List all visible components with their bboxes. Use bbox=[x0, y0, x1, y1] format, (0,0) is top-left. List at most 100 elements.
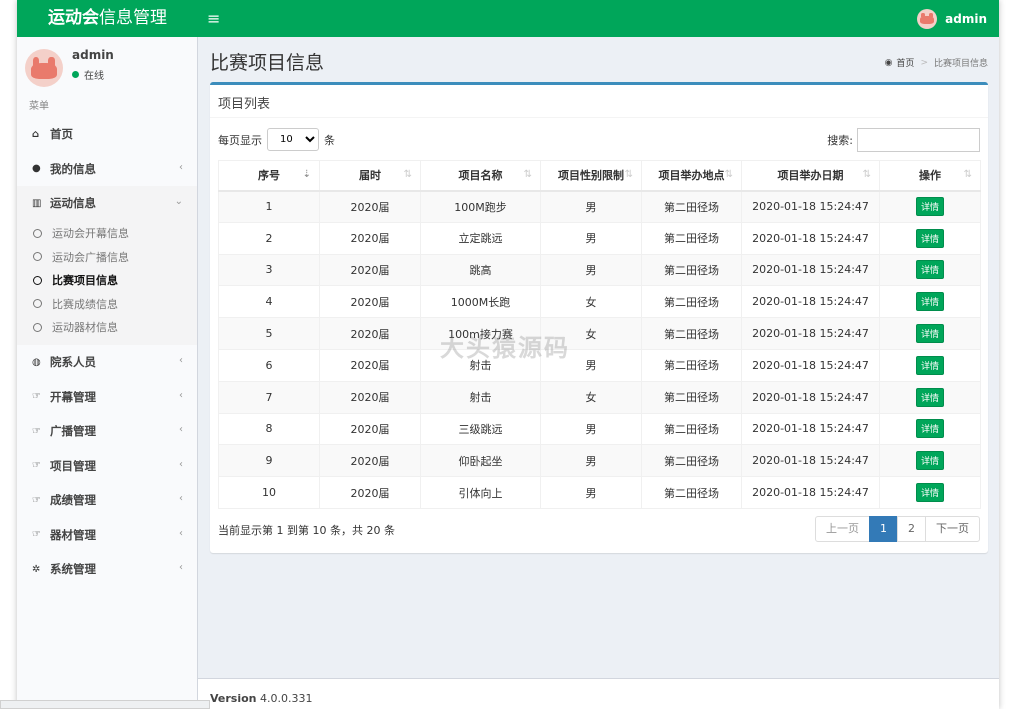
column-header-session[interactable]: 届时 ⇅ bbox=[319, 160, 421, 192]
cell-gender: 女 bbox=[540, 317, 642, 350]
cell-location: 第二田径场 bbox=[641, 221, 742, 255]
submenu-item-results[interactable]: 比赛成绩信息 bbox=[17, 292, 197, 316]
project-table: 序号 ⇣ 届时 ⇅ 项目名称 ⇅ 项目性别限制 ⇅ 项目举办地点 ⇅ 项目举办日期 ⇅ 操作… bbox=[218, 160, 981, 509]
chevron-left-icon: ‹ bbox=[179, 389, 183, 401]
cell-index: 8 bbox=[218, 412, 320, 446]
chevron-left-icon: ‹ bbox=[179, 527, 183, 539]
pagination-next-button[interactable]: 下一页 bbox=[925, 516, 980, 542]
cell-actions: 详情 bbox=[879, 317, 981, 350]
sidebar-item-event-management[interactable]: ☞ 项目管理 ‹ bbox=[17, 449, 197, 484]
thumbs-up-icon: ☞ bbox=[32, 494, 41, 506]
detail-button[interactable]: 详情 bbox=[915, 197, 944, 217]
dashboard-icon: ◉ bbox=[884, 57, 893, 68]
cell-project-name: 三级跳远 bbox=[420, 412, 541, 446]
detail-button[interactable]: 详情 bbox=[915, 292, 944, 312]
sidebar-item-label: 器材管理 bbox=[50, 527, 96, 542]
cell-index: 5 bbox=[218, 317, 320, 350]
column-header-index[interactable]: 序号 ⇣ bbox=[218, 160, 320, 192]
sidebar-item-sports-info[interactable]: ▥ 运动信息 ⌄ bbox=[17, 186, 197, 221]
submenu-item-equipment[interactable]: 运动器材信息 bbox=[17, 316, 197, 340]
cell-actions: 详情 bbox=[879, 348, 981, 382]
circle-icon bbox=[33, 228, 42, 238]
browser-status-bar bbox=[0, 700, 210, 709]
column-header-label: 届时 bbox=[359, 169, 381, 183]
sidebar-toggle-button[interactable]: ≡ bbox=[207, 0, 220, 37]
cell-project-name: 射击 bbox=[420, 380, 541, 414]
box-title: 项目列表 bbox=[218, 97, 271, 112]
cell-location: 第二田径场 bbox=[641, 380, 742, 414]
breadcrumb-current: 比赛项目信息 bbox=[933, 59, 988, 69]
bars-icon: ≡ bbox=[207, 9, 221, 28]
sidebar-item-broadcast-management[interactable]: ☞ 广播管理 ‹ bbox=[17, 414, 197, 449]
pagination-page-2[interactable]: 2 bbox=[897, 516, 926, 542]
detail-button[interactable]: 详情 bbox=[915, 260, 944, 280]
version-info: Version 4.0.0.331 bbox=[210, 692, 313, 705]
sidebar-username: admin bbox=[72, 48, 114, 62]
cell-session: 2020届 bbox=[319, 476, 421, 509]
thumbs-up-icon: ☞ bbox=[32, 391, 41, 403]
cell-gender: 男 bbox=[540, 190, 642, 223]
detail-button[interactable]: 详情 bbox=[915, 355, 944, 375]
submenu-item-events[interactable]: 比赛项目信息 bbox=[17, 269, 197, 293]
cell-session: 2020届 bbox=[319, 348, 421, 382]
column-header-location[interactable]: 项目举办地点 ⇅ bbox=[641, 160, 742, 192]
app-logo[interactable]: 运动会信息管理 bbox=[17, 0, 198, 37]
table-header-row: 序号 ⇣ 届时 ⇅ 项目名称 ⇅ 项目性别限制 ⇅ 项目举办地点 ⇅ 项目举办日期 ⇅ 操作… bbox=[218, 160, 981, 192]
sidebar-item-label: 运动信息 bbox=[50, 196, 96, 211]
sidebar-item-system-management[interactable]: ✲ 系统管理 ‹ bbox=[17, 552, 197, 587]
pagination-prev-button[interactable]: 上一页 bbox=[815, 516, 870, 542]
project-list-box: 项目列表 每页显示 10 条 搜索: 序号 ⇣ 届时 ⇅ 项目名称 ⇅ 项目性别限制 ⇅… bbox=[210, 82, 988, 553]
breadcrumb-separator: > bbox=[920, 57, 928, 68]
breadcrumb-home-link[interactable]: 首页 bbox=[896, 56, 914, 69]
cell-index: 3 bbox=[218, 253, 320, 287]
cell-date: 2020-01-18 15:24:47 bbox=[741, 476, 880, 509]
sidebar-item-result-management[interactable]: ☞ 成绩管理 ‹ bbox=[17, 483, 197, 518]
detail-button[interactable]: 详情 bbox=[915, 451, 944, 471]
pagination-page-1[interactable]: 1 bbox=[869, 516, 898, 542]
cell-date: 2020-01-18 15:24:47 bbox=[741, 444, 880, 478]
cell-date: 2020-01-18 15:24:47 bbox=[741, 380, 880, 414]
cell-index: 4 bbox=[218, 285, 320, 319]
page-length-select[interactable]: 10 bbox=[267, 128, 319, 151]
user-panel: admin 在线 bbox=[25, 47, 195, 92]
cell-index: 1 bbox=[218, 190, 320, 223]
cell-session: 2020届 bbox=[319, 380, 421, 414]
detail-button[interactable]: 详情 bbox=[915, 228, 944, 248]
column-header-project-name[interactable]: 项目名称 ⇅ bbox=[420, 160, 541, 192]
submenu-item-broadcast[interactable]: 运动会广播信息 bbox=[17, 245, 197, 269]
detail-button[interactable]: 详情 bbox=[915, 324, 944, 344]
search-input[interactable] bbox=[857, 128, 980, 152]
user-menu[interactable]: admin bbox=[917, 0, 987, 37]
cell-location: 第二田径场 bbox=[641, 476, 742, 509]
detail-button[interactable]: 详情 bbox=[915, 483, 944, 503]
search-control: 搜索: bbox=[827, 128, 980, 152]
cell-index: 6 bbox=[218, 348, 320, 382]
detail-button[interactable]: 详情 bbox=[915, 387, 944, 407]
cell-actions: 详情 bbox=[879, 476, 981, 509]
column-header-gender-limit[interactable]: 项目性别限制 ⇅ bbox=[540, 160, 642, 192]
column-header-actions[interactable]: 操作 ⇅ bbox=[879, 160, 981, 192]
sort-asc-icon: ⇣ bbox=[302, 169, 311, 180]
app-window: 运动会信息管理 ≡ admin admin 在线 菜单 ⌂ 首页 ● 我的信息 ‹ ▥… bbox=[17, 0, 999, 709]
cell-index: 2 bbox=[218, 221, 320, 255]
users-icon: ◍ bbox=[32, 356, 41, 368]
sidebar-item-my-info[interactable]: ● 我的信息 ‹ bbox=[17, 152, 197, 187]
column-header-date[interactable]: 项目举办日期 ⇅ bbox=[741, 160, 880, 192]
cell-date: 2020-01-18 15:24:47 bbox=[741, 412, 880, 446]
cell-session: 2020届 bbox=[319, 253, 421, 287]
table-info: 当前显示第 1 到第 10 条，共 20 条 bbox=[218, 524, 395, 537]
content-header: 比赛项目信息 ◉ 首页 > 比赛项目信息 bbox=[210, 46, 988, 76]
chevron-left-icon: ‹ bbox=[179, 424, 183, 435]
sidebar-item-department-staff[interactable]: ◍ 院系人员 ‹ bbox=[17, 345, 197, 380]
sidebar-item-opening-management[interactable]: ☞ 开幕管理 ‹ bbox=[17, 380, 197, 415]
divider bbox=[210, 117, 988, 118]
cell-actions: 详情 bbox=[879, 444, 981, 478]
sidebar-item-label: 广播管理 bbox=[50, 424, 96, 439]
table-row: 10 2020届 引体向上男第二田径场 2020-01-18 15:24:47 详情 bbox=[218, 476, 981, 509]
submenu-item-opening[interactable]: 运动会开幕信息 bbox=[17, 222, 197, 246]
cell-project-name: 1000M长跑 bbox=[420, 285, 541, 319]
search-label: 搜索: bbox=[827, 134, 853, 147]
sidebar-item-equipment-management[interactable]: ☞ 器材管理 ‹ bbox=[17, 518, 197, 553]
detail-button[interactable]: 详情 bbox=[915, 419, 944, 439]
sidebar-item-home[interactable]: ⌂ 首页 bbox=[17, 117, 197, 152]
